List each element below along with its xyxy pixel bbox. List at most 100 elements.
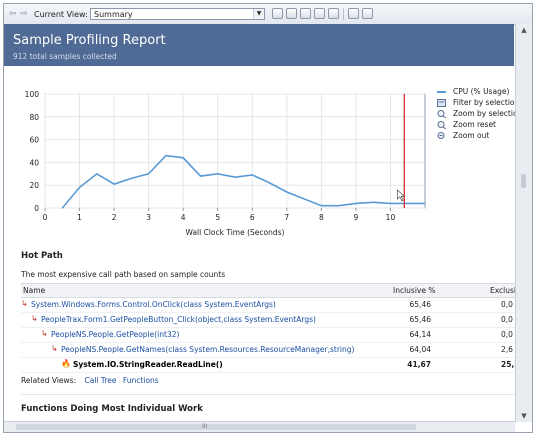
data-point: [148, 173, 150, 175]
data-point: [286, 191, 288, 193]
y-tick-label: 20: [29, 181, 39, 190]
x-tick-label: 7: [284, 213, 289, 222]
x-tick-label: 5: [215, 213, 220, 222]
y-tick-label: 60: [29, 136, 39, 145]
legend-label: Zoom reset: [453, 120, 497, 129]
x-tick-label: 8: [319, 213, 324, 222]
data-point: [372, 201, 374, 203]
call-arrow-icon: ↳: [41, 329, 48, 338]
filter-icon[interactable]: [314, 8, 325, 19]
x-tick-label: 2: [112, 213, 117, 222]
data-point: [61, 207, 63, 209]
inclusive-value: 65,46: [409, 315, 431, 324]
call-arrow-icon: ↳: [31, 314, 38, 323]
data-point: [268, 182, 271, 184]
x-tick-label: 0: [43, 213, 48, 222]
table-row[interactable]: ↳ PeopleNS.People.GetNames(class System.…: [21, 342, 515, 358]
related-views: Related Views: Call Tree Functions: [21, 376, 159, 385]
data-point: [338, 205, 340, 207]
zoom-reset-icon: [437, 121, 447, 130]
data-point: [113, 183, 115, 185]
legend-label: Filter by selection: [453, 98, 520, 107]
function-name-link[interactable]: PeopleNS.People.GetNames(class System.Re…: [61, 345, 354, 354]
data-point: [355, 202, 357, 205]
y-tick-label: 40: [29, 158, 39, 167]
column-header-name[interactable]: Name: [23, 286, 45, 295]
horizontal-scrollbar[interactable]: III: [4, 421, 515, 432]
data-point: [182, 157, 184, 159]
samples-summary: 912 total samples collected: [13, 52, 117, 61]
plot-area: [44, 93, 426, 209]
y-tick-label: 0: [34, 204, 39, 213]
chart-icon[interactable]: [348, 8, 359, 19]
zoom-out-icon: [437, 132, 446, 140]
back-icon[interactable]: ⇦: [9, 9, 17, 19]
legend-label: Zoom by selection: [453, 109, 523, 118]
current-view-label: Current View:: [34, 10, 88, 19]
scrollbar-thumb[interactable]: [521, 174, 526, 188]
inclusive-value: 64,14: [409, 330, 431, 339]
report-icon[interactable]: [300, 8, 311, 19]
legend-label: Zoom out: [453, 131, 490, 140]
function-name-link[interactable]: PeopleTrax.Form1.GetPeopleButton_Click(o…: [41, 315, 316, 324]
scroll-down-icon[interactable]: ▼: [516, 412, 532, 420]
toolbar-separator: [343, 8, 344, 20]
scrollbar-thumb[interactable]: [16, 424, 416, 430]
data-point: [303, 198, 305, 200]
table-row[interactable]: 🔥 System.IO.StringReader.ReadLine() 41,6…: [21, 357, 520, 373]
function-name-link[interactable]: PeopleNS.People.GetPeople(int32): [51, 330, 179, 339]
inclusive-value: 65,46: [409, 300, 431, 309]
x-tick-label: 6: [250, 213, 255, 222]
page-title: Sample Profiling Report: [13, 33, 166, 48]
compare-icon[interactable]: [286, 8, 297, 19]
x-tick-label: 1: [77, 213, 82, 222]
hot-flame-icon: 🔥: [61, 359, 71, 368]
data-point: [130, 177, 132, 179]
column-header-inclusive[interactable]: Inclusive %: [393, 286, 435, 295]
function-name-link[interactable]: System.Windows.Forms.Control.OnClick(cla…: [31, 300, 276, 309]
inclusive-value: 64,04: [409, 345, 431, 354]
table-row[interactable]: ↳ PeopleNS.People.GetPeople(int32) 64,14…: [21, 327, 515, 343]
data-point: [424, 202, 426, 205]
data-point: [407, 202, 409, 205]
hot-path-title: Hot Path: [21, 251, 63, 261]
call-arrow-icon: ↳: [21, 299, 28, 308]
data-point: [199, 175, 202, 177]
call-arrow-icon: ↳: [51, 344, 58, 353]
vertical-scrollbar[interactable]: ▲ ▼: [515, 24, 532, 422]
x-tick-label: 3: [146, 213, 151, 222]
table-row[interactable]: ↳ PeopleTrax.Form1.GetPeopleButton_Click…: [21, 312, 515, 328]
chevron-down-icon[interactable]: ▼: [253, 9, 264, 19]
data-point: [320, 205, 322, 207]
x-axis-label: Wall Clock Time (Seconds): [186, 228, 285, 237]
profiler-window: ⇦ ⇨ Current View: Summary ▼ Sample Profi…: [3, 3, 533, 433]
table-row[interactable]: ↳ System.Windows.Forms.Control.OnClick(c…: [21, 297, 515, 313]
current-view-select[interactable]: Summary ▼: [90, 8, 265, 20]
scroll-up-icon[interactable]: ▲: [516, 26, 532, 34]
data-point: [234, 176, 236, 178]
related-views-label: Related Views:: [21, 376, 77, 385]
x-tick-label: 4: [181, 213, 186, 222]
data-point: [217, 173, 219, 175]
export-icon[interactable]: [272, 8, 283, 19]
forward-icon[interactable]: ⇨: [20, 9, 28, 19]
call-tree-link[interactable]: Call Tree: [85, 376, 117, 385]
x-tick-label: 10: [386, 213, 396, 222]
legend-label: CPU (% Usage): [453, 87, 510, 96]
filter-icon: [437, 99, 446, 107]
y-tick-label: 80: [29, 113, 39, 122]
line-swatch-icon: [437, 88, 446, 96]
scrollbar-grip: III: [202, 423, 208, 430]
data-point: [165, 154, 167, 157]
hot-path-table-header: Name Inclusive % Exclusive: [21, 283, 525, 298]
inclusive-value: 41,67: [407, 360, 431, 369]
hot-path-description: The most expensive call path based on sa…: [21, 270, 226, 279]
y-tick-label: 100: [25, 90, 40, 99]
data-point: [96, 173, 98, 175]
section-divider: [21, 394, 515, 395]
x-tick-label: 9: [354, 213, 359, 222]
function-name-link[interactable]: System.IO.StringReader.ReadLine(): [73, 360, 223, 369]
options-icon[interactable]: [328, 8, 339, 19]
settings-icon[interactable]: [362, 8, 373, 19]
functions-link[interactable]: Functions: [123, 376, 159, 385]
